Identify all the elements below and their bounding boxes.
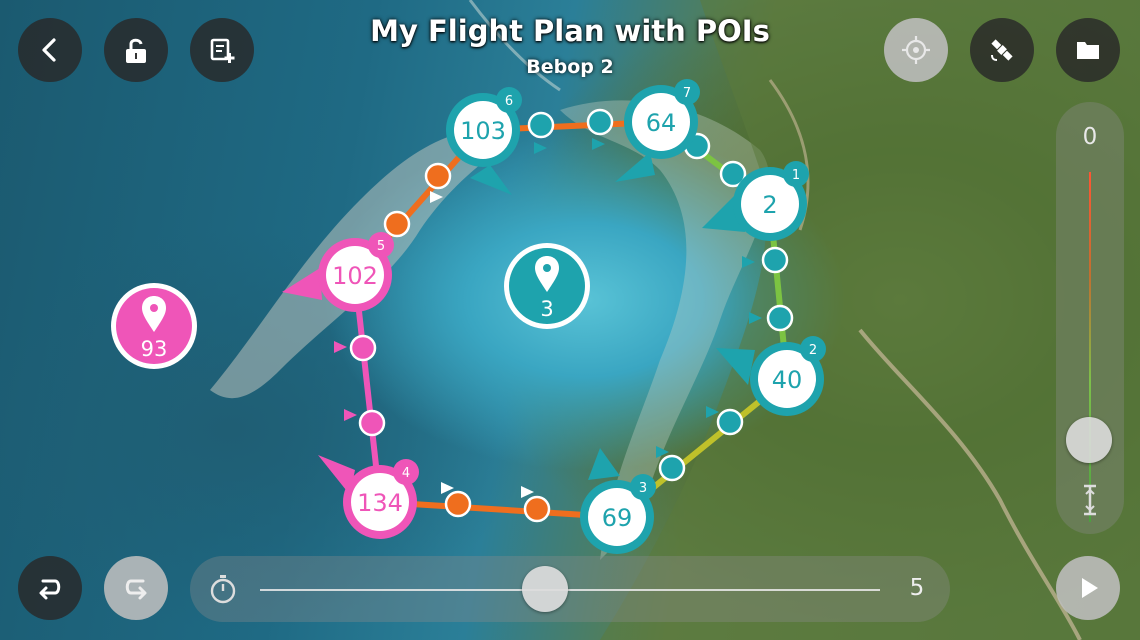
poi-label: 93 bbox=[141, 337, 168, 361]
redo-icon bbox=[125, 579, 147, 600]
altitude-slider-handle[interactable] bbox=[1066, 417, 1112, 463]
route-midpoint-handle[interactable] bbox=[358, 409, 386, 437]
map-view[interactable]: 1 2 2 40 3 69 4 134 5 102 6 103 7 64 3 93 My Flight Pla… bbox=[0, 0, 1140, 640]
waypoint-index-label: 1 bbox=[792, 168, 800, 183]
play-icon bbox=[1082, 578, 1098, 598]
undo-icon bbox=[39, 579, 61, 600]
speed-slider-panel: 5 bbox=[190, 556, 950, 622]
direction-arrow bbox=[706, 406, 719, 418]
map-pin-hole bbox=[543, 264, 551, 272]
waypoint-altitude-label: 40 bbox=[772, 366, 803, 394]
edit-plan-icon bbox=[210, 38, 235, 63]
waypoint-altitude-label: 69 bbox=[602, 504, 633, 532]
direction-arrow bbox=[334, 341, 347, 353]
waypoint-heading-pointer[interactable] bbox=[588, 448, 620, 480]
waypoint-index-label: 4 bbox=[402, 466, 410, 481]
waypoint-heading-pointer[interactable] bbox=[716, 348, 755, 385]
direction-arrow bbox=[742, 256, 755, 268]
waypoint-heading-pointer[interactable] bbox=[470, 165, 512, 195]
route-midpoint-handle[interactable] bbox=[716, 408, 744, 436]
speed-value: 5 bbox=[909, 575, 925, 601]
play-button[interactable] bbox=[1056, 556, 1120, 620]
direction-arrow bbox=[521, 486, 534, 498]
poi-label: 3 bbox=[540, 297, 553, 321]
waypoint-index-label: 7 bbox=[683, 86, 691, 101]
flight-route: 12240369413451026103764393 bbox=[111, 79, 826, 554]
speed-slider-track[interactable] bbox=[260, 589, 880, 591]
altitude-value: 0 bbox=[1082, 124, 1098, 150]
back-button[interactable] bbox=[18, 18, 82, 82]
waypoint-altitude-label: 134 bbox=[357, 489, 403, 517]
center-target-button[interactable] bbox=[884, 18, 948, 82]
direction-arrow bbox=[534, 142, 547, 154]
altitude-slider-panel: 0 bbox=[1056, 102, 1124, 534]
waypoint-heading-pointer[interactable] bbox=[282, 268, 322, 300]
direction-arrow bbox=[592, 138, 605, 150]
waypoint-index-label: 3 bbox=[639, 481, 647, 496]
route-midpoint-handle[interactable] bbox=[761, 246, 789, 274]
route-midpoint-handle[interactable] bbox=[444, 490, 472, 518]
waypoint-altitude-label: 102 bbox=[332, 262, 378, 290]
target-icon bbox=[902, 36, 930, 64]
unlock-button[interactable] bbox=[104, 18, 168, 82]
map-pin-hole bbox=[150, 304, 158, 312]
undo-button[interactable] bbox=[18, 556, 82, 620]
route-midpoint-handle[interactable] bbox=[658, 454, 686, 482]
folder-button[interactable] bbox=[1056, 18, 1120, 82]
route-midpoint-handle[interactable] bbox=[424, 162, 452, 190]
waypoint-altitude-label: 2 bbox=[762, 191, 777, 219]
satellite-icon bbox=[991, 39, 1013, 61]
drone-model-label: Bebop 2 bbox=[526, 56, 614, 78]
route-midpoint-handle[interactable] bbox=[766, 304, 794, 332]
route-midpoint-handle[interactable] bbox=[523, 495, 551, 523]
direction-arrow bbox=[344, 409, 357, 421]
route-midpoint-handle[interactable] bbox=[586, 108, 614, 136]
back-arrow-icon bbox=[42, 38, 56, 62]
unlock-icon bbox=[126, 38, 146, 63]
waypoint-index-label: 2 bbox=[809, 343, 817, 358]
waypoint-index-label: 6 bbox=[505, 94, 513, 109]
edit-plan-button[interactable] bbox=[190, 18, 254, 82]
waypoint-altitude-label: 103 bbox=[460, 117, 506, 145]
redo-button[interactable] bbox=[104, 556, 168, 620]
stopwatch-icon bbox=[210, 575, 236, 604]
flight-plan-title: My Flight Plan with POIs bbox=[370, 14, 770, 48]
route-midpoint-handle[interactable] bbox=[349, 334, 377, 362]
waypoint-index-label: 5 bbox=[377, 239, 385, 254]
waypoint-altitude-label: 64 bbox=[646, 109, 677, 137]
altitude-icon bbox=[1084, 484, 1096, 516]
folder-icon bbox=[1077, 42, 1099, 59]
direction-arrow bbox=[749, 312, 762, 324]
direction-arrow bbox=[430, 191, 443, 203]
satellite-map-button[interactable] bbox=[970, 18, 1034, 82]
altitude-slider-track[interactable] bbox=[1089, 172, 1091, 522]
route-midpoint-handle[interactable] bbox=[383, 210, 411, 238]
route-midpoint-handle[interactable] bbox=[527, 111, 555, 139]
speed-slider-handle[interactable] bbox=[522, 566, 569, 612]
